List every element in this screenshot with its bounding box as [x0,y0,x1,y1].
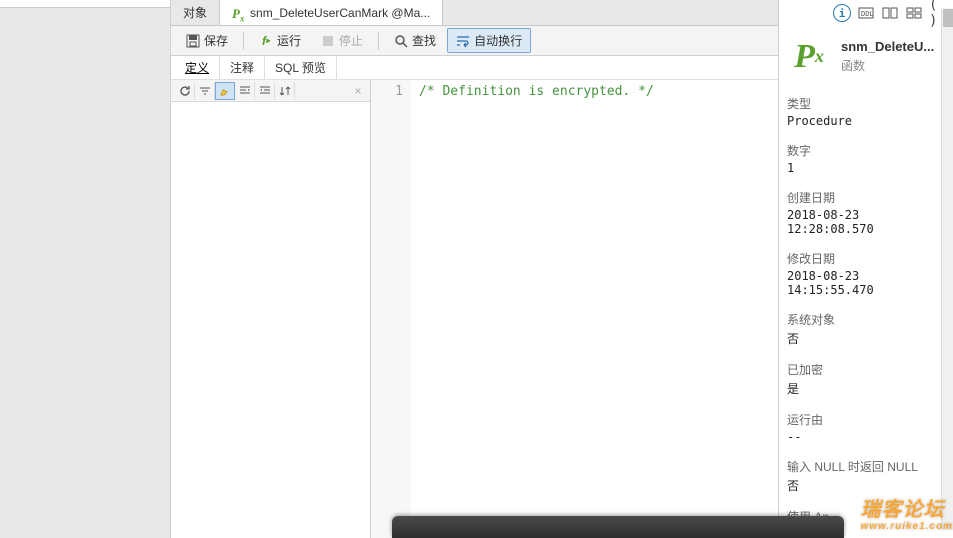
sub-tabs: 定义 注释 SQL 预览 [171,56,778,80]
code-editor[interactable]: 1 /* Definition is encrypted. */ [371,80,778,538]
status-bar [392,516,844,538]
panel-mode-icons: i DDL ( ) [779,0,953,27]
main-area: 对象 Px snm_DeleteUserCanMark @Ma... 保存 f▸… [170,0,778,538]
outline-close-icon[interactable]: × [350,84,366,98]
prop-label: 输入 NULL 时返回 NULL [787,458,945,475]
run-icon: f▸ [259,34,273,48]
procedure-icon: Px [232,6,246,20]
scrollbar-thumb[interactable] [943,9,953,27]
filter-icon[interactable] [195,82,215,100]
wrap-icon [456,34,470,48]
outline-pane: × [171,80,371,538]
properties-panel: i DDL ( ) Px snm_DeleteU... 函数 类型 Procedu… [778,0,953,538]
subtab-definition[interactable]: 定义 [175,56,220,79]
prop-value: 2018-08-23 14:15:55.470 [787,269,945,297]
autowrap-button[interactable]: 自动换行 [447,28,531,53]
ddl-icon[interactable]: DDL [857,4,875,22]
line-number: 1 [371,84,403,99]
prop-label: 数字 [787,142,945,159]
indent-right-icon[interactable] [255,82,275,100]
line-gutter: 1 [371,80,411,538]
sort-icon[interactable] [275,82,295,100]
indent-left-icon[interactable] [235,82,255,100]
save-button[interactable]: 保存 [177,28,237,53]
run-label: 运行 [277,32,301,49]
left-panel [0,0,170,538]
prop-value: 否 [787,330,945,347]
highlight-icon[interactable] [215,82,235,100]
prop-value: Procedure [787,114,945,128]
autowrap-label: 自动换行 [474,32,522,49]
code-content[interactable]: /* Definition is encrypted. */ [411,80,778,538]
prop-label: 类型 [787,95,945,112]
find-label: 查找 [412,32,436,49]
run-button[interactable]: f▸ 运行 [250,28,310,53]
subtab-sql-preview[interactable]: SQL 预览 [265,56,337,79]
tab-objects[interactable]: 对象 [171,0,220,25]
stop-label: 停止 [339,32,363,49]
grid-icon[interactable] [905,4,923,22]
object-name: snm_DeleteU... [841,39,934,54]
tab-label: 对象 [183,4,207,21]
prop-value: 否 [787,477,945,494]
prop-value: 2018-08-23 12:28:08.570 [787,208,945,236]
panel-header: Px snm_DeleteU... 函数 [779,27,953,91]
refresh-icon[interactable] [175,82,195,100]
outline-body [171,102,370,538]
procedure-large-icon: Px [785,35,833,79]
editor-toolbar: 保存 f▸ 运行 停止 查找 [171,26,778,56]
prop-value: -- [787,430,945,444]
prop-label: 运行由 [787,411,945,428]
prop-label: 创建日期 [787,189,945,206]
info-icon[interactable]: i [833,4,851,22]
stop-icon [321,34,335,48]
vertical-scrollbar[interactable] [941,8,953,530]
prop-label: 系统对象 [787,311,945,328]
tab-label: snm_DeleteUserCanMark @Ma... [250,6,430,20]
save-icon [186,34,200,48]
prop-value: 1 [787,161,945,175]
columns-icon[interactable] [881,4,899,22]
tab-procedure[interactable]: Px snm_DeleteUserCanMark @Ma... [220,0,443,25]
prop-value: 是 [787,380,945,397]
search-icon [394,34,408,48]
save-label: 保存 [204,32,228,49]
outline-toolbar: × [171,80,370,102]
prop-label: 修改日期 [787,250,945,267]
object-kind: 函数 [841,57,934,74]
code-line: /* Definition is encrypted. */ [419,84,654,99]
properties-list: 类型 Procedure 数字 1 创建日期 2018-08-23 12:28:08.… [779,91,953,538]
editor-area: × 1 /* Definition is encrypted. */ [171,80,778,538]
document-tabs: 对象 Px snm_DeleteUserCanMark @Ma... [171,0,778,26]
svg-text:DDL: DDL [861,10,874,18]
subtab-comment[interactable]: 注释 [220,56,265,79]
stop-button: 停止 [312,28,372,53]
prop-label: 已加密 [787,361,945,378]
find-button[interactable]: 查找 [385,28,445,53]
